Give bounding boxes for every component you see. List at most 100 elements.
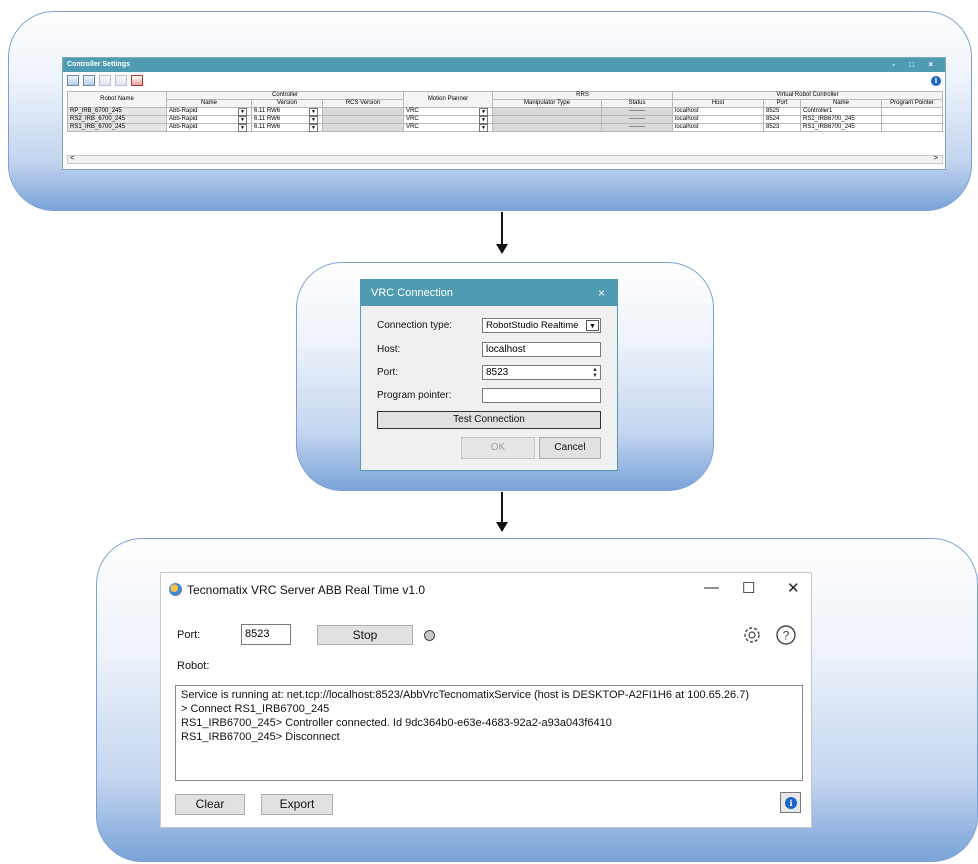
edit-controller-icon[interactable] xyxy=(67,75,79,86)
manipulator-type-cell xyxy=(492,115,602,124)
vrc-name-cell[interactable]: RS2_IRB6700_245 xyxy=(800,115,882,124)
controller-name-value: Abb-Rapid xyxy=(169,108,198,114)
scroll-right-icon[interactable]: > xyxy=(934,155,938,162)
log-line: Service is running at: net.tcp://localho… xyxy=(181,689,750,701)
motion-planner-cell[interactable]: VRC ▼ xyxy=(403,107,493,116)
col-program-pointer: Program Pointer xyxy=(881,99,943,108)
table-row[interactable]: RP_IRB_6700_245 Abb-Rapid ▼ 6.11 RW6 ▼ VRC… xyxy=(67,107,943,116)
host-cell[interactable]: localhost xyxy=(672,115,764,124)
controller-name-cell[interactable]: Abb-Rapid ▼ xyxy=(166,123,252,132)
planner-value: VRC xyxy=(406,124,419,130)
host-input[interactable]: localhost xyxy=(482,342,601,357)
program-pointer-cell[interactable] xyxy=(881,115,943,124)
controller-settings-title: Controller Settings xyxy=(67,61,131,68)
dropdown-arrow-icon[interactable]: ▼ xyxy=(238,124,247,132)
port-cell[interactable]: 8523 xyxy=(763,123,801,132)
network-icon[interactable] xyxy=(99,75,111,86)
info-button[interactable]: i xyxy=(780,792,801,813)
controller-name-value: Abb-Rapid xyxy=(169,116,198,122)
close-icon[interactable]: × xyxy=(598,280,605,306)
export-button[interactable]: Export xyxy=(261,794,333,815)
dropdown-arrow-icon[interactable]: ▼ xyxy=(479,124,488,132)
col-virtual-robot-controller: Virtual Robot Controller xyxy=(672,91,943,100)
version-cell[interactable]: 6.11 RW6 ▼ xyxy=(251,123,323,132)
col-manipulator-type: Manipulator Type xyxy=(492,99,602,108)
port-input[interactable]: 8523 xyxy=(241,624,291,645)
tecnomatix-window: Tecnomatix VRC Server ABB Real Time v1.0… xyxy=(160,572,812,828)
flow-arrowhead xyxy=(496,244,508,254)
log-output[interactable]: Service is running at: net.tcp://localho… xyxy=(175,685,803,781)
maximize-button[interactable]: ☐ xyxy=(742,579,755,597)
minimize-button[interactable]: — xyxy=(704,579,719,596)
connection-type-select[interactable]: RobotStudio Realtime ▼ xyxy=(482,318,601,333)
vrc-connection-title: VRC Connection xyxy=(371,287,453,299)
version-value: 6.11 RW6 xyxy=(254,108,281,114)
status-cell: -------- xyxy=(601,107,673,116)
host-cell[interactable]: localhost xyxy=(672,123,764,132)
flow-arrow xyxy=(501,492,503,524)
app-logo-icon xyxy=(169,583,182,596)
controller-settings-toolbar: i xyxy=(63,72,945,90)
scroll-left-icon[interactable]: < xyxy=(70,155,74,162)
program-pointer-label: Program pointer: xyxy=(377,390,452,401)
rcs-version-cell xyxy=(322,115,404,124)
version-value: 6.11 RW6 xyxy=(254,116,281,122)
window-controls[interactable]: - □ × xyxy=(892,58,939,72)
robot-name-cell[interactable]: RS2_IRB_6700_245 xyxy=(67,115,167,124)
host-cell[interactable]: localhost xyxy=(672,107,764,116)
motion-planner-cell[interactable]: VRC ▼ xyxy=(403,115,493,124)
manipulator-type-cell xyxy=(492,123,602,132)
col-port: Port xyxy=(763,99,801,108)
motion-planner-cell[interactable]: VRC ▼ xyxy=(403,123,493,132)
spin-buttons-icon[interactable]: ▲ ▼ xyxy=(592,367,598,379)
flow-arrow xyxy=(501,212,503,246)
port-stepper[interactable]: 8523 ▲ ▼ xyxy=(482,365,601,380)
chevron-down-icon[interactable]: ▼ xyxy=(586,320,599,331)
vrc-connection-titlebar: VRC Connection × xyxy=(361,280,617,306)
table-row[interactable]: RS2_IRB_6700_245 Abb-Rapid ▼ 6.11 RW6 ▼ VR… xyxy=(67,115,943,124)
help-icon[interactable]: ? xyxy=(775,624,797,646)
info-icon: i xyxy=(785,797,797,809)
vrc-connection-dialog: VRC Connection × Connection type: RobotS… xyxy=(360,279,618,471)
manipulator-type-cell xyxy=(492,107,602,116)
port-cell[interactable]: 8524 xyxy=(763,115,801,124)
vrc-name-cell[interactable]: RS1_IRB6700_245 xyxy=(800,123,882,132)
cancel-button[interactable]: Cancel xyxy=(539,437,601,459)
vrc-name-cell[interactable]: Controller1 xyxy=(800,107,882,116)
table-row[interactable]: RS1_IRB_6700_245 Abb-Rapid ▼ 6.11 RW6 ▼ VR… xyxy=(67,123,943,132)
controller-name-value: Abb-Rapid xyxy=(169,124,198,130)
stop-button[interactable]: Stop xyxy=(317,625,413,645)
program-pointer-cell[interactable] xyxy=(881,123,943,132)
version-value: 6.11 RW6 xyxy=(254,124,281,130)
port-cell[interactable]: 8525 xyxy=(763,107,801,116)
robot-name-cell[interactable]: RS1_IRB_6700_245 xyxy=(67,123,167,132)
version-cell[interactable]: 6.11 RW6 ▼ xyxy=(251,115,323,124)
controller-name-cell[interactable]: Abb-Rapid ▼ xyxy=(166,115,252,124)
rcs-version-cell xyxy=(322,123,404,132)
test-connection-button[interactable]: Test Connection xyxy=(377,411,601,429)
controller-settings-titlebar: Controller Settings - □ × xyxy=(63,58,945,72)
program-pointer-input[interactable] xyxy=(482,388,601,403)
robot-name-cell[interactable]: RP_IRB_6700_245 xyxy=(67,107,167,116)
gear-icon[interactable] xyxy=(741,624,763,646)
exit-icon[interactable] xyxy=(131,75,143,86)
log-line: RS1_IRB6700_245> Disconnect xyxy=(181,731,340,743)
properties-icon[interactable] xyxy=(115,75,127,86)
controller-name-cell[interactable]: Abb-Rapid ▼ xyxy=(166,107,252,116)
dropdown-arrow-icon[interactable]: ▼ xyxy=(309,124,318,132)
settings-icon[interactable] xyxy=(83,75,95,86)
col-rcs-version: RCS Version xyxy=(322,99,404,108)
clear-button[interactable]: Clear xyxy=(175,794,245,815)
horizontal-scrollbar[interactable]: < > xyxy=(67,155,943,164)
col-motion-planner: Motion Planner xyxy=(403,91,493,108)
flow-arrowhead xyxy=(496,522,508,532)
ok-button[interactable]: OK xyxy=(461,437,535,459)
col-robot-name: Robot Name xyxy=(67,91,167,108)
version-cell[interactable]: 6.11 RW6 ▼ xyxy=(251,107,323,116)
port-label: Port: xyxy=(177,629,201,641)
port-value: 8523 xyxy=(486,367,509,378)
program-pointer-cell[interactable] xyxy=(881,107,943,116)
close-button[interactable]: ✕ xyxy=(787,579,800,597)
controller-settings-window: Controller Settings - □ × i Robot Name C… xyxy=(62,57,946,170)
info-icon[interactable]: i xyxy=(931,76,941,86)
